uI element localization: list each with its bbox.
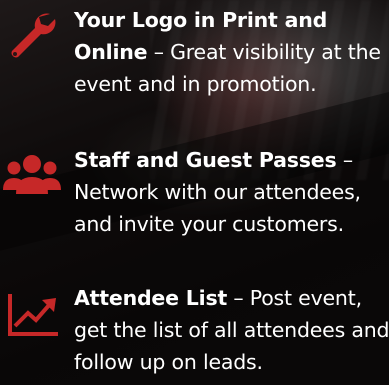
users-group-icon <box>3 150 61 202</box>
feature-title: Attendee List <box>74 286 228 310</box>
feature-separator: – <box>147 40 164 64</box>
feature-description: Network with our attendees, and invite y… <box>74 180 361 236</box>
feature-text: Your Logo in Print and Online – Great vi… <box>74 4 389 100</box>
feature-title: Staff and Guest Passes <box>74 148 337 172</box>
trending-chart-icon <box>6 288 58 340</box>
feature-separator: – <box>336 148 353 172</box>
feature-text: Staff and Guest Passes – Network with ou… <box>74 144 389 240</box>
feature-separator: – <box>227 286 244 310</box>
wrench-icon <box>6 10 58 62</box>
feature-text: Attendee List – Post event, get the list… <box>74 282 389 378</box>
